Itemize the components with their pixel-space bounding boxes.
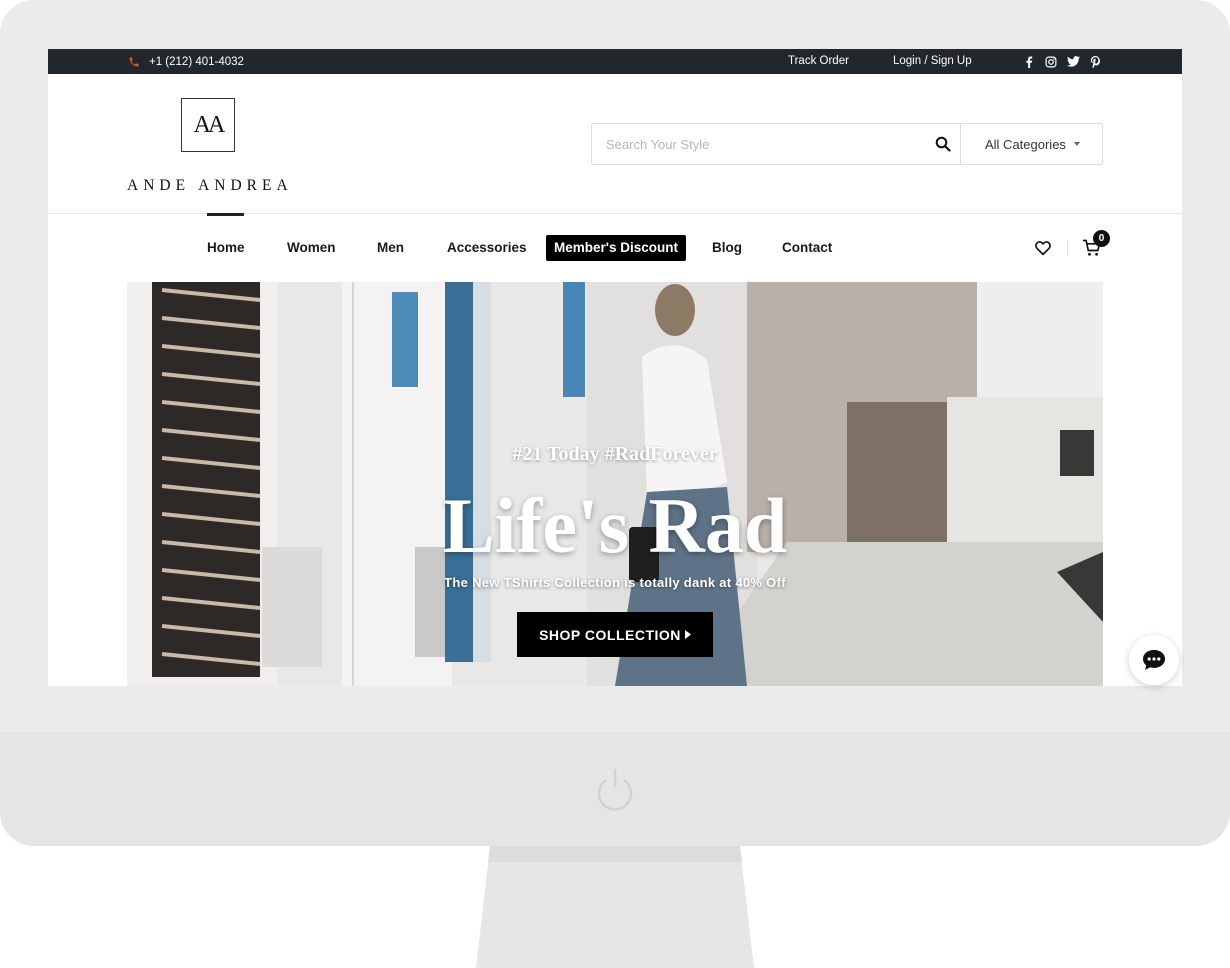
category-select[interactable]: All Categories	[960, 124, 1102, 164]
chat-button[interactable]	[1129, 635, 1179, 685]
shop-collection-button[interactable]: SHOP COLLECTION	[517, 612, 713, 657]
hero-banner: #21 Today #RadForever Life's Rad The New…	[127, 282, 1103, 686]
nav-men[interactable]: Men	[377, 235, 404, 261]
nav-home[interactable]: Home	[207, 235, 245, 261]
search-button[interactable]	[926, 124, 960, 164]
pinterest-icon[interactable]	[1088, 55, 1102, 69]
search-bar: All Categories	[591, 123, 1103, 165]
search-input[interactable]	[604, 124, 926, 164]
cart-count-badge: 0	[1093, 230, 1110, 247]
search-icon	[935, 136, 951, 152]
nav-contact[interactable]: Contact	[782, 235, 832, 261]
phone-icon	[129, 57, 139, 66]
chevron-down-icon	[1074, 142, 1080, 146]
power-icon	[597, 768, 633, 811]
social-links	[1022, 49, 1102, 74]
category-label: All Categories	[985, 136, 1066, 152]
logo-wordmark[interactable]: ANDE ANDREA	[127, 177, 293, 195]
active-nav-indicator	[207, 213, 244, 216]
hero-headline: Life's Rad	[442, 482, 788, 569]
shop-collection-label: SHOP COLLECTION	[539, 626, 681, 643]
hero-subheading: The New TShirts Collection is totally da…	[444, 575, 786, 590]
icon-separator	[1067, 240, 1068, 256]
phone-contact[interactable]: +1 (212) 401-4032	[128, 49, 244, 74]
facebook-icon[interactable]	[1022, 55, 1036, 69]
twitter-icon[interactable]	[1066, 55, 1080, 69]
phone-number: +1 (212) 401-4032	[149, 55, 244, 68]
chat-icon	[1143, 650, 1165, 670]
hero-tagline: #21 Today #RadForever	[512, 443, 718, 465]
nav-blog[interactable]: Blog	[712, 235, 742, 261]
browser-screen: +1 (212) 401-4032 Track Order Login / Si…	[48, 49, 1182, 686]
logo-mark[interactable]: AA	[181, 98, 235, 152]
instagram-icon[interactable]	[1044, 55, 1058, 69]
main-nav: Home Women Men Accessories Member's Disc…	[48, 235, 1182, 261]
nav-women[interactable]: Women	[287, 235, 336, 261]
logo-mark-text: AA	[193, 111, 226, 138]
wishlist-heart-icon[interactable]	[1034, 239, 1052, 257]
top-bar: +1 (212) 401-4032 Track Order Login / Si…	[48, 49, 1182, 74]
nav-members-discount[interactable]: Member's Discount	[546, 235, 686, 261]
caret-right-icon	[684, 630, 691, 639]
login-signup-link[interactable]: Login / Sign Up	[893, 49, 972, 74]
nav-accessories[interactable]: Accessories	[447, 235, 527, 261]
track-order-link[interactable]: Track Order	[788, 49, 849, 74]
monitor-stand	[476, 846, 754, 968]
